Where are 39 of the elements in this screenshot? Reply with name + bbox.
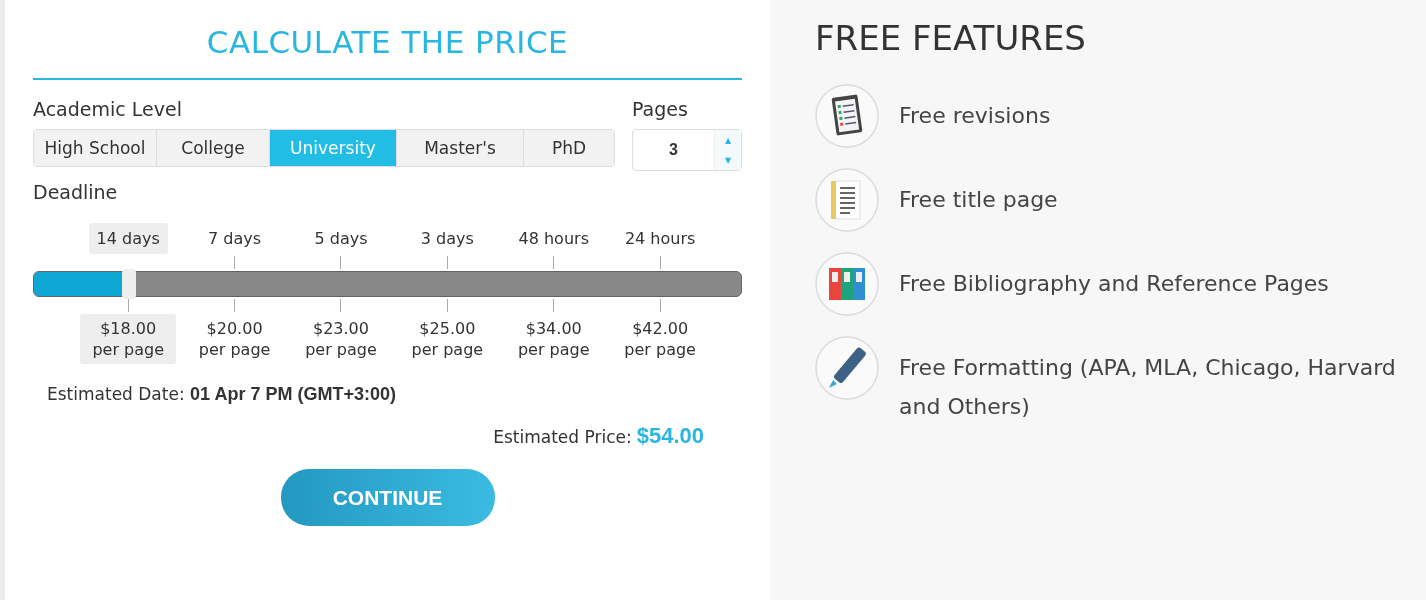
deadline-option[interactable]: 3 days bbox=[412, 223, 482, 254]
price-unit: per page bbox=[624, 339, 696, 360]
calculator-title: CALCULATE THE PRICE bbox=[205, 24, 570, 60]
price-unit: per page bbox=[198, 339, 271, 360]
document-icon bbox=[815, 168, 879, 232]
feature-text: Free Bibliography and Reference Pages bbox=[899, 270, 1329, 298]
price-amount: $25.00 bbox=[419, 318, 476, 339]
feature-text: Free revisions bbox=[899, 102, 1051, 130]
marker-icon bbox=[815, 336, 879, 400]
estimated-price-value: $54.00 bbox=[636, 423, 704, 448]
price-unit: per page bbox=[411, 339, 484, 360]
price-unit: per page bbox=[92, 339, 164, 360]
deadline-option[interactable]: 24 hours bbox=[616, 223, 704, 254]
estimated-price-label: Estimated Price: bbox=[493, 427, 632, 447]
price-amount: $20.00 bbox=[206, 318, 263, 339]
level-option[interactable]: High School bbox=[34, 130, 157, 166]
price-amount: $23.00 bbox=[312, 318, 369, 339]
deadline-option[interactable]: 48 hours bbox=[510, 223, 597, 254]
level-option[interactable]: PhD bbox=[524, 130, 614, 166]
price-unit: per page bbox=[305, 339, 377, 360]
deadline-option[interactable]: 14 days bbox=[88, 223, 168, 254]
estimated-date: Estimated Date: 01 Apr 7 PM (GMT+3:00) bbox=[47, 384, 396, 404]
deadline-option[interactable]: 5 days bbox=[306, 223, 376, 254]
level-option[interactable]: Master's bbox=[397, 130, 524, 166]
features-title: FREE FEATURES bbox=[815, 18, 1087, 58]
binders-icon bbox=[815, 252, 879, 316]
clipboard-icon bbox=[815, 84, 879, 148]
level-option[interactable]: College bbox=[157, 130, 270, 166]
deadline-label: Deadline bbox=[33, 181, 119, 203]
feature-text: Free title page bbox=[899, 186, 1058, 214]
price-unit: per page bbox=[517, 339, 590, 360]
price-amount: $34.00 bbox=[525, 318, 582, 339]
price-amount: $18.00 bbox=[100, 318, 157, 339]
feature-text: Free Formatting (APA, MLA, Chicago, Harvard and Others) bbox=[899, 354, 1397, 421]
price-amount: $42.00 bbox=[632, 318, 689, 339]
slider-track[interactable] bbox=[33, 271, 742, 297]
pages-label: Pages bbox=[632, 98, 689, 120]
deadline-option[interactable]: 7 days bbox=[200, 223, 270, 254]
academic-level-label: Academic Level bbox=[33, 98, 183, 120]
